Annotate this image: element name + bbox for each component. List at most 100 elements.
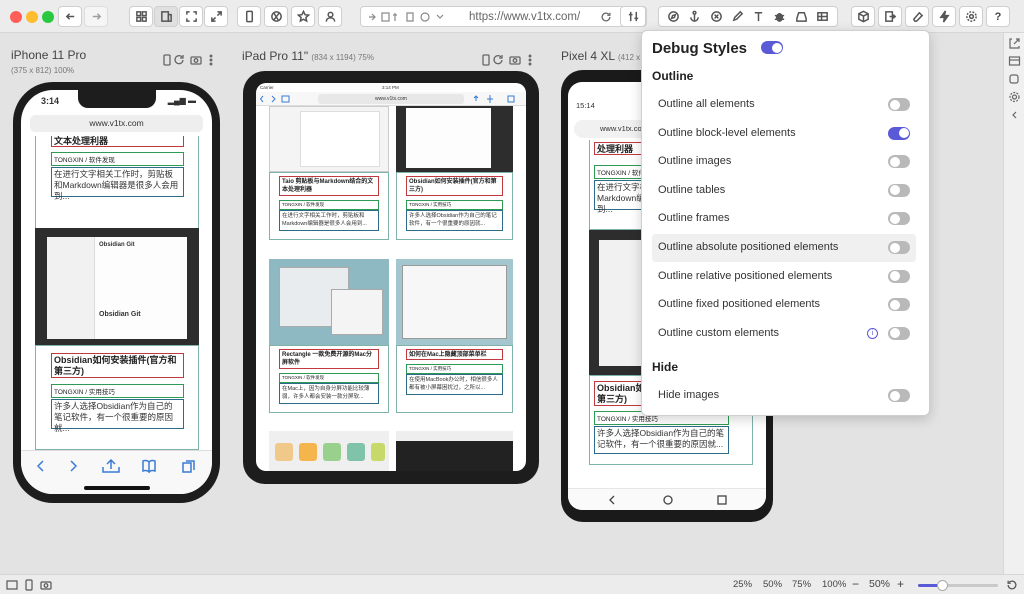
device-button[interactable] (237, 6, 261, 27)
notch (78, 90, 156, 108)
option-row[interactable]: Outline block-level elements (652, 120, 916, 148)
option-row[interactable]: Hide images (652, 382, 916, 410)
zoom-preset-75[interactable]: 75% (792, 579, 811, 590)
option-toggle[interactable] (888, 326, 910, 340)
back-button[interactable] (58, 6, 82, 27)
post-tag[interactable]: TONGXIN / 实用技巧 (51, 384, 184, 398)
close-window-button[interactable] (10, 11, 22, 23)
text-icon[interactable] (752, 10, 765, 23)
post-tag[interactable]: TONGXIN / 实用技巧 (406, 200, 503, 210)
cube-button[interactable] (851, 6, 875, 27)
aperture-button[interactable] (264, 6, 288, 27)
ipad-safari-bar: www.v1tx.com (256, 92, 526, 106)
post-title[interactable]: 文本处理利器 (51, 136, 184, 147)
zoom-preset-100[interactable]: 100% (822, 579, 846, 590)
post-thumbnail[interactable]: Obsidian Git Obsidian Git (35, 228, 199, 345)
aperture-icon (270, 11, 282, 22)
focus-button[interactable] (179, 6, 203, 27)
device-dims: (834 x 1194) 75% (311, 53, 374, 62)
eraser-button[interactable] (905, 6, 929, 27)
post-title[interactable]: Rectangle 一款免费开源的Mac分屏软件 (279, 349, 379, 369)
ipad-nav-icons (260, 95, 290, 103)
option-toggle[interactable] (888, 241, 910, 254)
option-toggle[interactable] (888, 389, 910, 402)
bug-icon[interactable] (773, 10, 786, 23)
lightning-button[interactable] (932, 6, 956, 27)
post-title[interactable]: Taio 剪贴板与Markdown结合的文本处理利器 (279, 176, 379, 196)
post-card[interactable]: Obsidian如何安装插件(官方和第三方) TONGXIN / 实用技巧 许多… (35, 345, 199, 450)
post-thumbnail[interactable] (396, 259, 513, 345)
anchor-icon[interactable] (688, 10, 701, 23)
post-excerpt: 许多人选择Obsidian作为自己的笔记软件，有一个很重要的原因就... (406, 210, 503, 231)
info-icon[interactable]: i (867, 327, 878, 339)
option-row[interactable]: Outline all elements (652, 91, 916, 119)
post-tag[interactable]: TONGXIN / 软件发现 (279, 200, 379, 210)
option-toggle[interactable] (888, 183, 910, 197)
drive-icon[interactable] (795, 10, 808, 23)
post-thumbnail[interactable] (269, 431, 389, 471)
debug-styles-panel: Debug Styles Outline Outline all element… (641, 30, 930, 416)
ipad-screen[interactable]: Carrier 3:14 PM www.v1tx.com Taio 剪贴板与Ma… (256, 83, 526, 471)
debug-styles-toggle[interactable] (761, 41, 783, 54)
zoom-out-button[interactable]: − (852, 577, 859, 591)
grid-view-button[interactable] (129, 6, 153, 27)
zoom-in-button[interactable]: + (897, 577, 904, 591)
option-toggle[interactable] (888, 212, 910, 226)
compass-icon[interactable] (667, 10, 680, 23)
thumbnail-screen: Obsidian Git Obsidian Git (47, 237, 187, 339)
post-tag[interactable]: TONGXIN / 实用技巧 (406, 364, 503, 374)
option-toggle[interactable] (888, 155, 910, 169)
option-toggle[interactable] (888, 98, 910, 111)
option-row[interactable]: Outline tables (652, 177, 916, 205)
post-title[interactable]: Obsidian如何安装插件(官方和第三方) (51, 353, 184, 378)
option-row[interactable]: Outline absolute positioned elements (652, 234, 916, 262)
settings-sliders-button[interactable] (620, 6, 646, 27)
settings-button[interactable] (959, 6, 983, 27)
option-row[interactable]: Outline custom elements i (652, 320, 916, 348)
zoom-preset-25[interactable]: 25% (733, 579, 752, 590)
device-tools-ipad (482, 54, 532, 69)
iphone-address-bar[interactable]: www.v1tx.com (30, 115, 203, 132)
favorite-button[interactable] (291, 6, 315, 27)
tools-group (658, 6, 838, 27)
minimize-window-button[interactable] (26, 11, 38, 23)
post-card[interactable]: 文本处理利器 TONGXIN / 软件发现 在进行文字相关工作时，剪贴板和Mar… (35, 136, 199, 236)
zoom-slider-handle[interactable] (937, 580, 948, 591)
export-button[interactable] (878, 6, 902, 27)
expand-button[interactable] (204, 6, 228, 27)
option-row[interactable]: Outline relative positioned elements (652, 263, 916, 291)
option-row[interactable]: Outline fixed positioned elements (652, 291, 916, 319)
post-card[interactable]: Obsidian如何安装插件(官方和第三方) TONGXIN / 实用技巧 许多… (396, 172, 513, 240)
help-button[interactable]: ? (986, 6, 1010, 27)
user-button[interactable] (318, 6, 342, 27)
option-toggle[interactable] (888, 269, 910, 283)
post-tag[interactable]: TONGXIN / 软件发现 (279, 373, 379, 383)
post-thumbnail[interactable] (269, 106, 389, 172)
post-card[interactable]: Rectangle 一款免费开源的Mac分屏软件 TONGXIN / 软件发现 … (269, 345, 389, 413)
post-card[interactable]: 如何在Mac上隐藏顶部菜单栏 TONGXIN / 实用技巧 在使用MacBook… (396, 345, 513, 413)
table-icon[interactable] (816, 10, 829, 23)
ipad-address-bar[interactable]: www.v1tx.com (318, 94, 464, 104)
zoom-slider[interactable] (918, 580, 998, 591)
post-title[interactable]: 如何在Mac上隐藏顶部菜单栏 (406, 349, 503, 360)
post-title[interactable]: Obsidian如何安装插件(官方和第三方) (406, 176, 503, 196)
post-thumbnail[interactable] (396, 106, 513, 172)
post-thumbnail[interactable] (269, 259, 389, 345)
address-bar[interactable]: https://www.v1tx.com/ (360, 6, 647, 27)
pen-icon[interactable] (731, 10, 744, 23)
post-card[interactable]: Taio 剪贴板与Markdown结合的文本处理利器 TONGXIN / 软件发… (269, 172, 389, 240)
zoom-preset-50[interactable]: 50% (763, 579, 782, 590)
focus-icon (185, 11, 197, 22)
iphone-screen[interactable]: 3:14 ▂▄▆ ▬ www.v1tx.com 文本处理利器 TONGXIN /… (21, 90, 212, 494)
post-tag[interactable]: TONGXIN / 软件发现 (51, 152, 184, 166)
zoom-window-button[interactable] (42, 11, 54, 23)
option-row[interactable]: Outline images (652, 148, 916, 176)
post-thumbnail[interactable] (396, 431, 513, 471)
device-view-button[interactable] (154, 6, 178, 27)
option-toggle[interactable] (888, 298, 910, 312)
thumbnail-window (331, 289, 383, 335)
option-toggle[interactable] (888, 126, 910, 140)
forward-button[interactable] (84, 6, 108, 27)
close-circle-icon[interactable] (710, 10, 723, 23)
option-row[interactable]: Outline frames (652, 205, 916, 233)
